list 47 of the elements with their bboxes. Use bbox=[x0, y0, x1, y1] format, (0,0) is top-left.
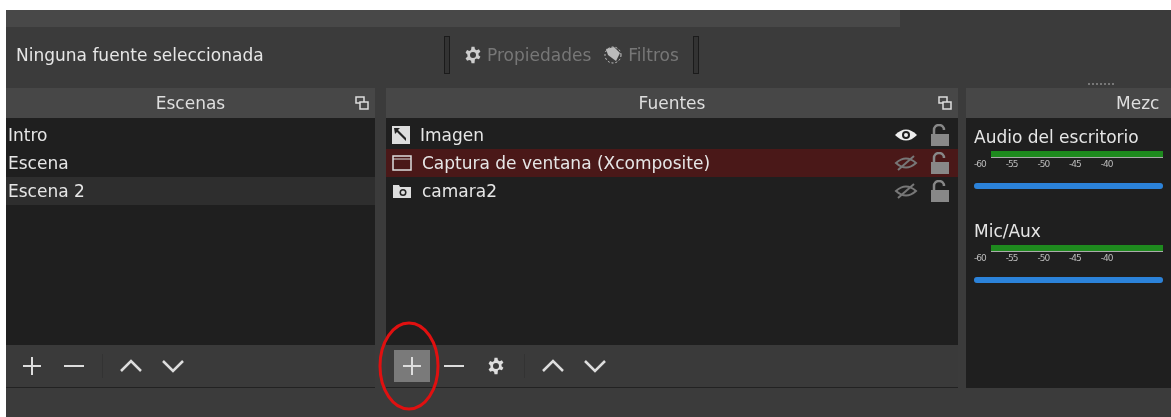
up-chevron-icon bbox=[541, 359, 565, 373]
scale-label: -40 bbox=[1100, 159, 1113, 169]
gear-icon bbox=[487, 357, 505, 375]
scene-item[interactable]: Escena 2 bbox=[6, 177, 375, 205]
scene-item[interactable]: Escena bbox=[6, 149, 375, 177]
scale-label: -55 bbox=[1005, 253, 1018, 263]
lock-icon[interactable] bbox=[930, 124, 950, 146]
source-item[interactable]: camara2 bbox=[386, 177, 958, 205]
minus-icon bbox=[63, 365, 85, 367]
plus-icon bbox=[21, 355, 43, 377]
filter-icon bbox=[603, 44, 624, 65]
eye-icon[interactable] bbox=[894, 127, 918, 143]
scale-label: -60 bbox=[974, 159, 986, 169]
scale-label: -50 bbox=[1037, 159, 1050, 169]
dock-title: Fuentes bbox=[638, 93, 706, 113]
volume-slider[interactable] bbox=[974, 277, 1163, 283]
up-chevron-icon bbox=[119, 359, 143, 373]
hidden-eye-icon[interactable] bbox=[894, 155, 918, 171]
volume-slider[interactable] bbox=[974, 183, 1163, 189]
channel-name: Mic/Aux bbox=[974, 221, 1042, 241]
splitter-handle[interactable] bbox=[1088, 82, 1116, 86]
down-chevron-icon bbox=[583, 359, 607, 373]
plus-icon bbox=[401, 355, 423, 377]
down-chevron-icon bbox=[161, 359, 185, 373]
scale-label: -50 bbox=[1037, 253, 1050, 263]
window-icon bbox=[392, 155, 412, 171]
scale-label: -40 bbox=[1100, 253, 1113, 263]
gear-icon bbox=[464, 45, 482, 64]
dock-title: Mezc bbox=[1116, 93, 1160, 113]
scale-label: -60 bbox=[974, 253, 986, 263]
float-icon[interactable] bbox=[355, 96, 369, 110]
minus-icon bbox=[443, 365, 465, 367]
scale-label: -45 bbox=[1069, 253, 1081, 263]
dock-title: Escenas bbox=[155, 93, 226, 113]
scale-label: -45 bbox=[1069, 159, 1081, 169]
scene-item[interactable]: Intro bbox=[6, 121, 375, 149]
status-text: Ninguna fuente seleccionada bbox=[16, 44, 265, 65]
image-icon bbox=[392, 126, 410, 144]
hidden-eye-icon[interactable] bbox=[894, 183, 918, 199]
camera-icon bbox=[392, 183, 412, 199]
lock-icon[interactable] bbox=[930, 180, 950, 202]
float-icon[interactable] bbox=[938, 96, 952, 110]
channel-name: Audio del escritorio bbox=[974, 127, 1140, 147]
source-item[interactable]: Captura de ventana (Xcomposite) bbox=[386, 149, 958, 177]
scale-label: -55 bbox=[1005, 159, 1018, 169]
source-item[interactable]: Imagen bbox=[386, 121, 958, 149]
lock-icon[interactable] bbox=[930, 152, 950, 174]
